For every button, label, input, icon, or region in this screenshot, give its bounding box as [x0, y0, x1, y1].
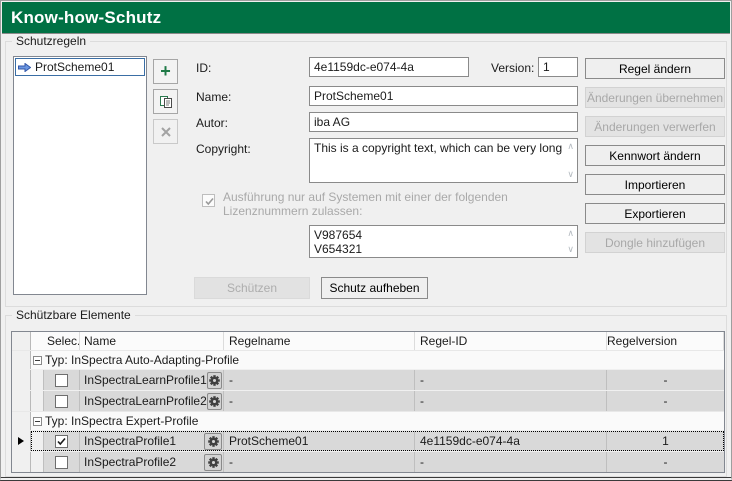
gear-icon — [207, 435, 220, 448]
row-checkbox-checked[interactable] — [55, 435, 68, 448]
gear-icon — [207, 456, 220, 469]
collapse-icon[interactable] — [33, 417, 42, 426]
rule-listbox[interactable]: ProtScheme01 — [13, 56, 147, 295]
cell-name: InSpectraLearnProfile2 — [84, 394, 207, 408]
row-checkbox[interactable] — [55, 456, 68, 469]
schuetzen-button[interactable]: Schützen — [194, 277, 310, 299]
cell-regelname: - — [224, 391, 415, 411]
license-number-line: V654321 — [314, 242, 573, 256]
id-label: ID: — [196, 61, 211, 75]
id-field[interactable]: 4e1159dc-e074-4a — [309, 57, 469, 77]
current-row-icon — [18, 437, 24, 445]
table-header-row: Selec... Name Regelname Regel-ID Regelve… — [12, 332, 724, 350]
cell-regel-id: - — [415, 370, 607, 390]
name-label: Name: — [196, 90, 231, 104]
version-label: Version: — [491, 61, 534, 75]
elements-table: Selec... Name Regelname Regel-ID Regelve… — [11, 331, 725, 473]
aenderungen-uebernehmen-button[interactable]: Änderungen übernehmen — [585, 87, 725, 108]
row-checkbox[interactable] — [55, 395, 68, 408]
group-row[interactable]: Typ: InSpectra Expert-Profile — [12, 411, 724, 430]
column-header-regel-id[interactable]: Regel-ID — [415, 332, 607, 350]
schutz-aufheben-button[interactable]: Schutz aufheben — [321, 277, 428, 299]
cell-name: InSpectraProfile2 — [84, 455, 176, 469]
copy-rule-button[interactable] — [153, 89, 178, 114]
rule-item-label: ProtScheme01 — [35, 60, 114, 74]
copy-icon — [159, 95, 173, 109]
cell-name: InSpectraProfile1 — [84, 434, 176, 448]
license-numbers-field[interactable]: V987654 V654321 ∧ ∨ — [309, 225, 578, 258]
settings-button[interactable] — [207, 393, 222, 410]
copyright-field[interactable]: This is a copyright text, which can be v… — [309, 138, 578, 183]
kennwort-aendern-button[interactable]: Kennwort ändern — [585, 145, 725, 166]
plus-icon: + — [160, 62, 171, 80]
license-checkbox[interactable] — [202, 194, 215, 207]
know-how-schutz-dialog: Know-how-Schutz Schutzregeln ProtScheme0… — [0, 0, 732, 481]
gear-icon — [208, 374, 221, 387]
scroll-down-icon[interactable]: ∨ — [567, 245, 574, 254]
checkmark-icon — [56, 436, 67, 447]
collapse-icon[interactable] — [33, 356, 42, 365]
name-field[interactable]: ProtScheme01 — [309, 86, 578, 106]
version-field[interactable]: 1 — [538, 57, 578, 77]
regel-aendern-button[interactable]: Regel ändern — [585, 58, 725, 79]
rule-list-item[interactable]: ProtScheme01 — [15, 58, 145, 76]
cell-regel-id: 4e1159dc-e074-4a — [415, 431, 607, 451]
table-row-current[interactable]: InSpectraProfile1 ProtScheme01 — [12, 430, 724, 451]
row-checkbox[interactable] — [55, 374, 68, 387]
cell-regelversion: 1 — [607, 431, 724, 451]
license-checkbox-label: Ausführung nur auf Systemen mit einer de… — [223, 190, 579, 218]
autor-field[interactable]: iba AG — [309, 112, 578, 132]
add-rule-button[interactable]: + — [153, 59, 178, 84]
group-label: Typ: InSpectra Expert-Profile — [42, 414, 198, 428]
delete-rule-button[interactable] — [153, 119, 178, 144]
group-label: Typ: InSpectra Auto-Adapting-Profile — [42, 353, 239, 367]
scroll-down-icon[interactable]: ∨ — [567, 170, 574, 179]
cell-name: InSpectraLearnProfile1 — [84, 373, 207, 387]
cell-regelname: - — [224, 452, 415, 472]
dongle-hinzufuegen-button[interactable]: Dongle hinzufügen — [585, 232, 725, 253]
license-number-line: V987654 — [314, 228, 573, 242]
cell-regelversion: - — [607, 452, 724, 472]
gear-icon — [208, 395, 221, 408]
dialog-header: Know-how-Schutz — [2, 2, 730, 34]
page-title: Know-how-Schutz — [2, 8, 161, 28]
scroll-up-icon[interactable]: ∧ — [567, 229, 574, 238]
settings-button[interactable] — [204, 454, 222, 471]
settings-button[interactable] — [204, 433, 222, 450]
cell-regel-id: - — [415, 391, 607, 411]
table-row[interactable]: InSpectraProfile2 - - — [12, 451, 724, 472]
importieren-button[interactable]: Importieren — [585, 174, 725, 195]
cell-regelname: ProtScheme01 — [224, 431, 415, 451]
settings-button[interactable] — [207, 372, 222, 389]
row-header-column — [12, 332, 31, 350]
group-row[interactable]: Typ: InSpectra Auto-Adapting-Profile — [12, 350, 724, 369]
column-header-selec[interactable]: Selec... — [44, 332, 80, 350]
aenderungen-verwerfen-button[interactable]: Änderungen verwerfen — [585, 116, 725, 137]
cell-regelversion: - — [607, 370, 724, 390]
delete-x-icon — [160, 126, 172, 138]
checkmark-icon — [204, 196, 215, 207]
scroll-up-icon[interactable]: ∧ — [567, 142, 574, 151]
cell-regel-id: - — [415, 452, 607, 472]
cell-regelname: - — [224, 370, 415, 390]
copyright-text: This is a copyright text, which can be v… — [314, 141, 562, 155]
column-header-name[interactable]: Name — [80, 332, 224, 350]
column-header-regelname[interactable]: Regelname — [224, 332, 415, 350]
blue-arrow-icon — [18, 63, 31, 72]
column-header-regelversion[interactable]: Regelversion — [607, 332, 724, 350]
table-row[interactable]: InSpectraLearnProfile1 - - — [12, 369, 724, 390]
autor-label: Autor: — [196, 116, 228, 130]
elemente-group-label: Schützbare Elemente — [12, 308, 135, 322]
schutzregeln-group-label: Schutzregeln — [12, 34, 90, 48]
copyright-label: Copyright: — [196, 142, 251, 156]
table-row[interactable]: InSpectraLearnProfile2 - - — [12, 390, 724, 411]
exportieren-button[interactable]: Exportieren — [585, 203, 725, 224]
cell-regelversion: - — [607, 391, 724, 411]
